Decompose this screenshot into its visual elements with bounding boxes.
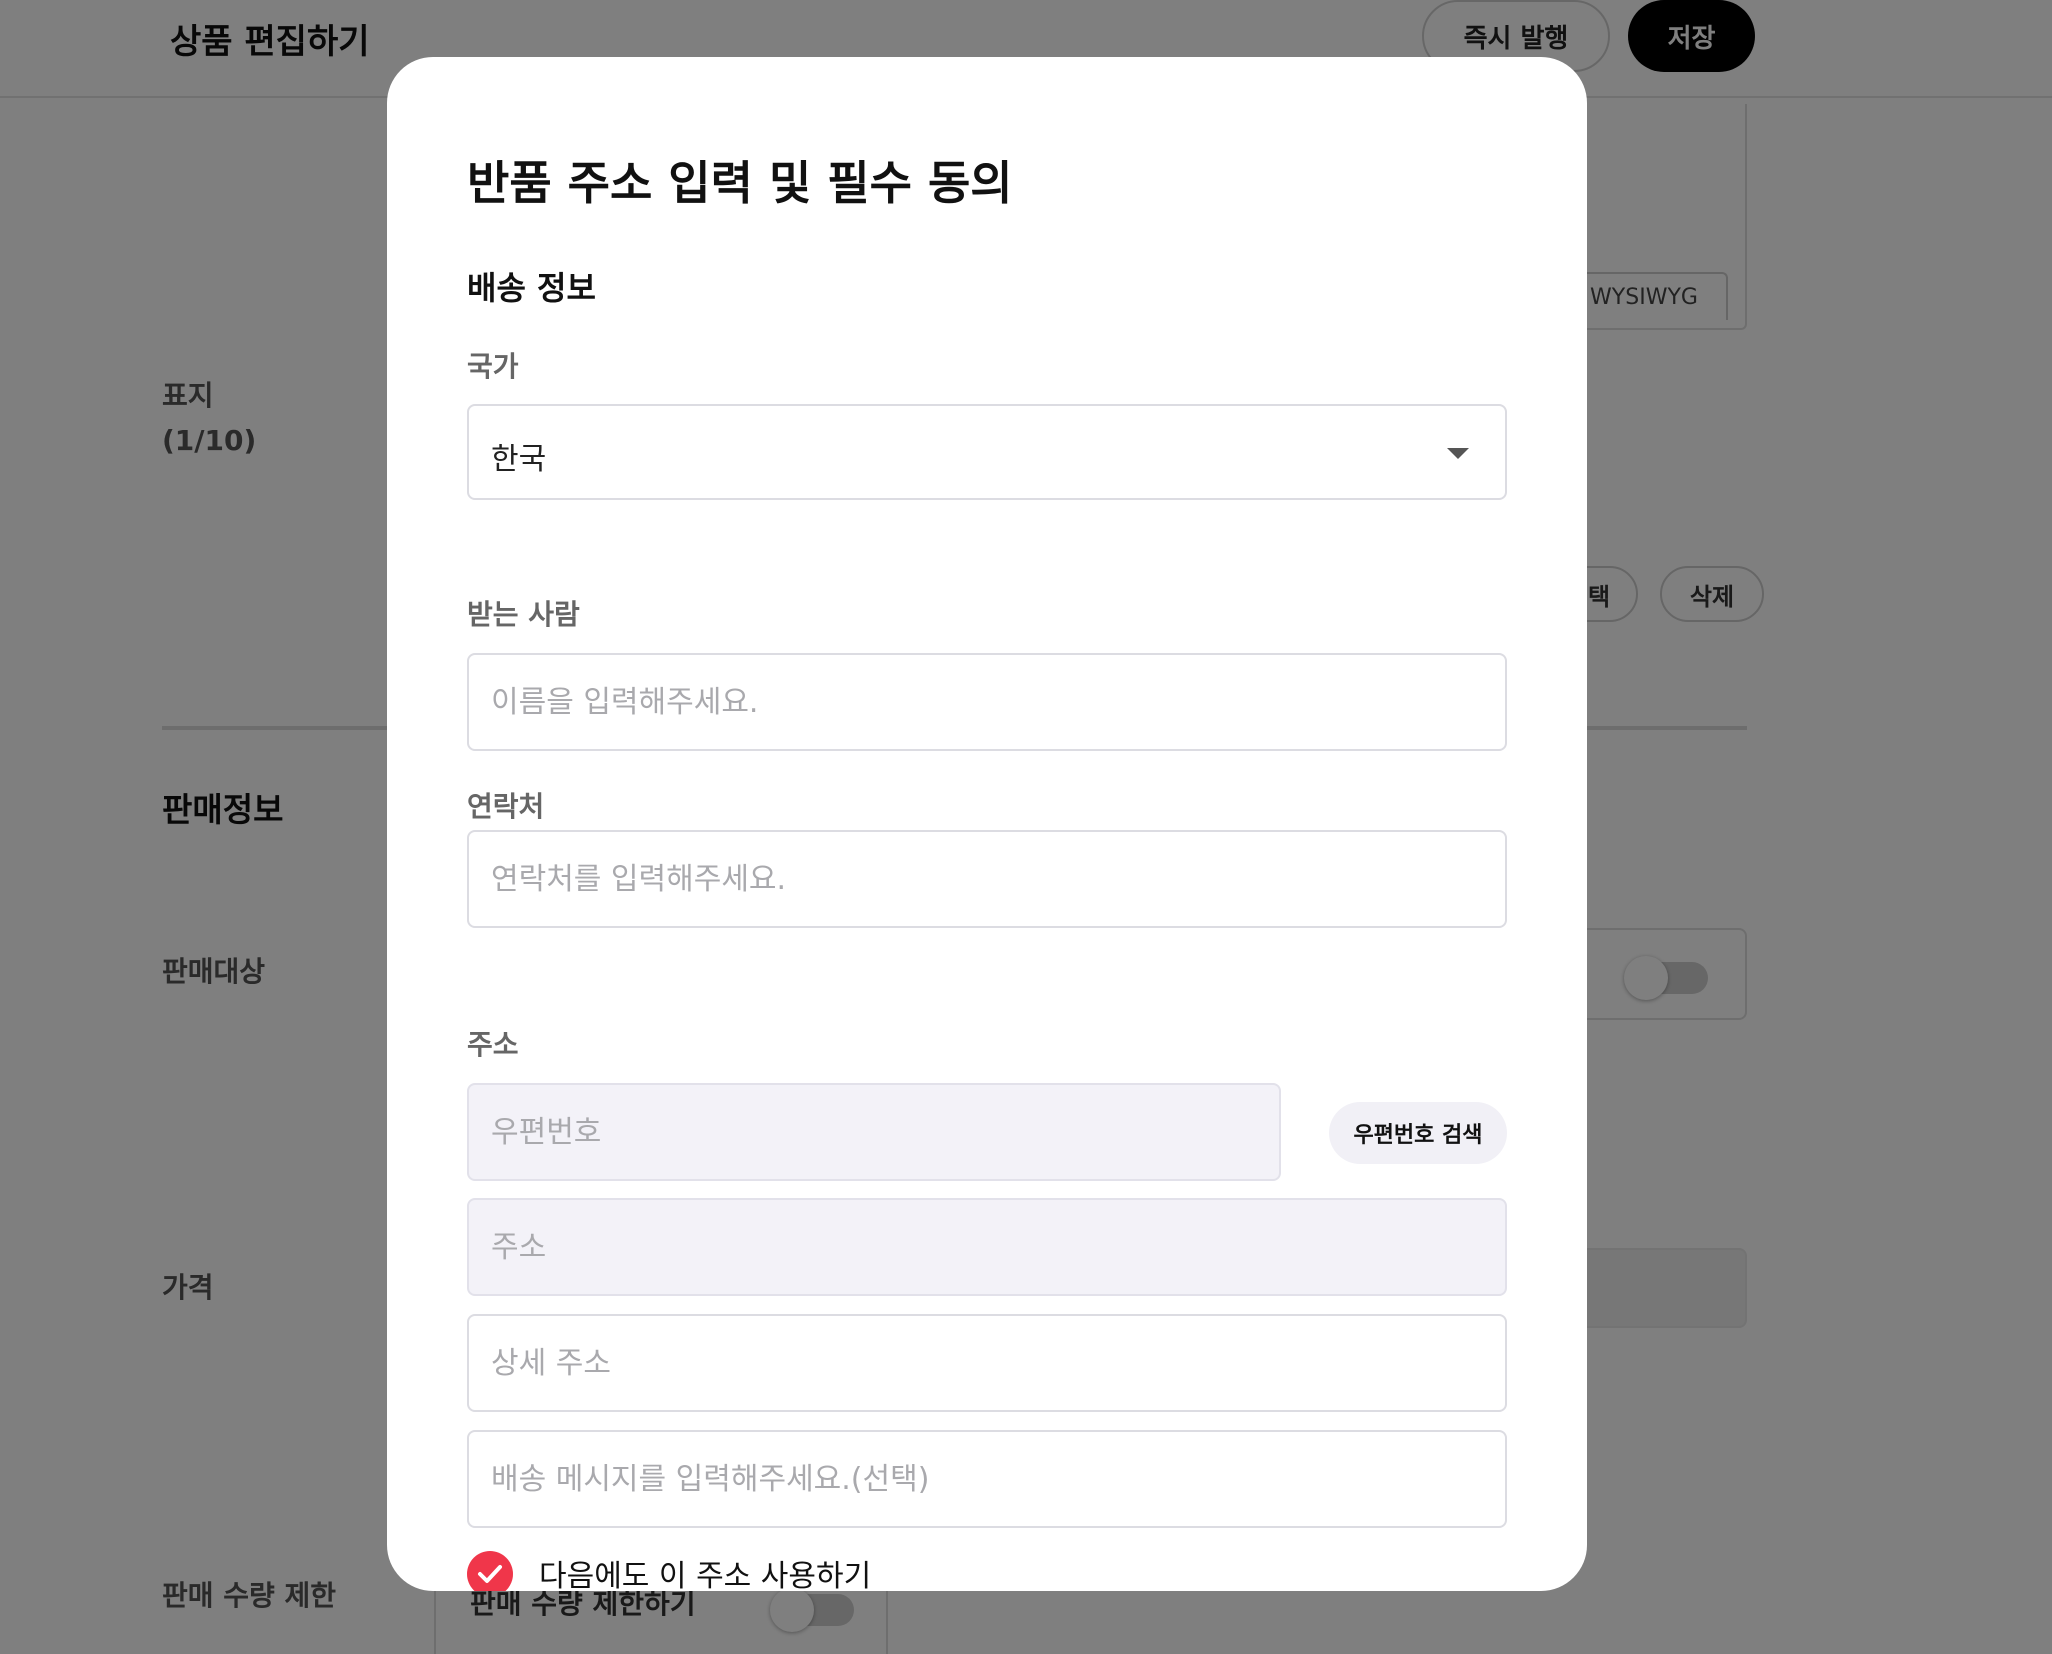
return-address-modal: 반품 주소 입력 및 필수 동의 배송 정보 국가 한국 받는 사람 연락처 주… — [387, 57, 1587, 1591]
recipient-input[interactable] — [467, 653, 1507, 751]
caret-down-icon — [1447, 448, 1469, 459]
zip-search-button[interactable]: 우편번호 검색 — [1329, 1102, 1507, 1164]
phone-label: 연락처 — [467, 790, 545, 823]
country-select[interactable]: 한국 — [467, 404, 1507, 500]
address-label: 주소 — [467, 1028, 519, 1061]
save-address-checkbox[interactable] — [467, 1551, 513, 1591]
shipping-info-title: 배송 정보 — [467, 269, 596, 307]
modal-title: 반품 주소 입력 및 필수 동의 — [467, 156, 1013, 210]
country-select-value: 한국 — [491, 442, 547, 477]
zip-code-input[interactable] — [467, 1083, 1281, 1181]
save-address-label[interactable]: 다음에도 이 주소 사용하기 — [539, 1551, 871, 1591]
delivery-message-input[interactable] — [467, 1430, 1507, 1528]
country-label: 국가 — [467, 350, 519, 383]
recipient-label: 받는 사람 — [467, 598, 580, 631]
detail-address-input[interactable] — [467, 1314, 1507, 1412]
check-icon — [478, 1565, 502, 1583]
address-input[interactable] — [467, 1198, 1507, 1296]
phone-input[interactable] — [467, 830, 1507, 928]
